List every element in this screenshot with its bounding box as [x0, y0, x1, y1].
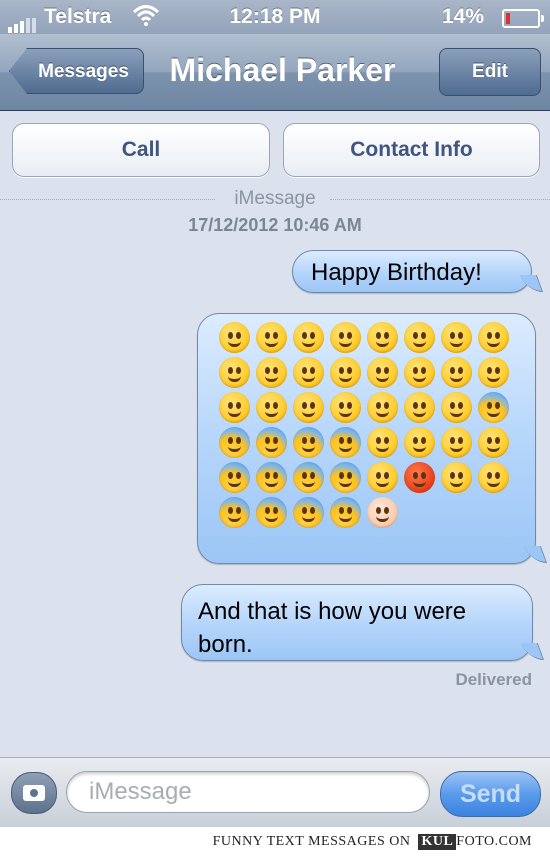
emoji-icon [330, 427, 361, 458]
contact-name-title: Michael Parker [169, 52, 396, 88]
service-divider: iMessage [0, 188, 550, 210]
emoji-icon [441, 357, 472, 388]
emoji-icon [404, 462, 435, 493]
emoji-message-bubble[interactable] [197, 313, 536, 564]
emoji-icon [256, 427, 287, 458]
edit-button[interactable]: Edit [439, 48, 541, 96]
emoji-icon [293, 322, 324, 353]
emoji-icon [404, 322, 435, 353]
emoji-icon [256, 392, 287, 423]
emoji-icon [404, 357, 435, 388]
navigation-bar: Messages Michael Parker Edit [0, 34, 550, 111]
emoji-icon [219, 427, 250, 458]
watermark-text: FUNNY TEXT MESSAGES ON KUL FOTO.COM [213, 834, 532, 850]
emoji-icon [219, 462, 250, 493]
camera-lens [29, 788, 39, 798]
message-text: Happy Birthday! [311, 259, 482, 286]
emoji-icon [256, 322, 287, 353]
message-timestamp: 17/12/2012 10:46 AM [188, 215, 362, 235]
emoji-grid [216, 320, 526, 530]
emoji-icon [293, 357, 324, 388]
emoji-icon [330, 392, 361, 423]
contact-info-button[interactable]: Contact Info [283, 123, 540, 177]
emoji-icon [367, 427, 398, 458]
message-bubble[interactable]: Happy Birthday! [292, 250, 532, 293]
emoji-icon [478, 462, 509, 493]
camera-button[interactable] [11, 772, 57, 814]
emoji-icon [330, 357, 361, 388]
watermark-brand: KUL [418, 834, 457, 850]
send-button[interactable]: Send [440, 771, 541, 817]
emoji-icon [330, 462, 361, 493]
emoji-icon [293, 392, 324, 423]
battery-percent: 14% [441, 5, 484, 28]
watermark-footer: FUNNY TEXT MESSAGES ON KUL FOTO.COM [0, 827, 550, 858]
emoji-icon [404, 427, 435, 458]
message-text: And that is how you were born. [198, 598, 467, 658]
emoji-icon [441, 392, 472, 423]
emoji-icon [256, 462, 287, 493]
emoji-icon [256, 357, 287, 388]
emoji-icon [367, 462, 398, 493]
emoji-icon [478, 322, 509, 353]
composer-bar: Send [0, 757, 550, 828]
emoji-icon [219, 497, 250, 528]
emoji-icon [367, 392, 398, 423]
battery-fill [506, 13, 510, 24]
emoji-icon [367, 357, 398, 388]
emoji-icon [478, 357, 509, 388]
emoji-icon [293, 462, 324, 493]
battery-icon [502, 9, 544, 28]
emoji-icon [478, 392, 509, 423]
emoji-icon [256, 497, 287, 528]
emoji-icon [367, 322, 398, 353]
message-input[interactable] [66, 771, 430, 813]
emoji-icon [330, 497, 361, 528]
watermark-suffix: FOTO.COM [456, 834, 532, 849]
watermark-prefix: FUNNY TEXT MESSAGES ON [212, 834, 411, 849]
emoji-icon [441, 427, 472, 458]
emoji-icon [219, 392, 250, 423]
emoji-icon [293, 427, 324, 458]
emoji-icon [404, 392, 435, 423]
emoji-icon [330, 322, 361, 353]
emoji-icon [293, 497, 324, 528]
emoji-icon [441, 462, 472, 493]
back-to-messages-button[interactable]: Messages [9, 48, 144, 94]
emoji-icon [219, 357, 250, 388]
call-button[interactable]: Call [12, 123, 270, 177]
emoji-icon [441, 322, 472, 353]
delivered-status: Delivered [455, 670, 532, 689]
status-bar: Telstra 12:18 PM 14% [0, 0, 550, 34]
emoji-icon [478, 427, 509, 458]
divider-line-right [330, 199, 550, 200]
message-bubble[interactable]: And that is how you were born. [181, 584, 533, 661]
emoji-icon [219, 322, 250, 353]
emoji-icon [367, 497, 398, 528]
